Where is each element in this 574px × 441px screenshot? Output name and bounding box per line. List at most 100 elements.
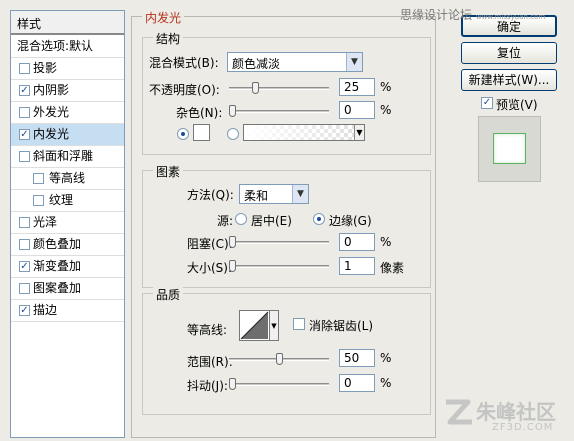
method-label: 方法(Q):: [187, 188, 234, 202]
opacity-input[interactable]: 25: [339, 78, 375, 96]
choke-slider[interactable]: [229, 236, 329, 248]
size-input[interactable]: 1: [339, 257, 375, 275]
style-item-label: 纹理: [49, 193, 74, 207]
style-list: 样式 混合选项:默认 投影 ✓ 内阴影 外发光 ✓ 内发光 斜面和浮雕 等高线 纹理 光泽 颜色叠加 ✓…: [10, 10, 125, 438]
size-unit: 像素: [380, 261, 405, 275]
style-item-checkbox[interactable]: ✓: [19, 305, 30, 316]
style-item-checkbox[interactable]: [19, 283, 30, 294]
style-item-checkbox[interactable]: ✓: [19, 129, 30, 140]
quality-title: 品质: [153, 286, 184, 303]
style-item[interactable]: 图案叠加: [11, 278, 124, 300]
choke-unit: %: [380, 235, 392, 249]
style-item-checkbox[interactable]: ✓: [19, 261, 30, 272]
jitter-slider-thumb[interactable]: [229, 378, 236, 390]
style-item[interactable]: ✓ 描边: [11, 300, 124, 322]
jitter-unit: %: [380, 376, 392, 390]
solid-color-radio[interactable]: [177, 128, 189, 140]
range-slider-thumb[interactable]: [275, 353, 283, 365]
style-list-header: 样式: [11, 11, 124, 35]
watermark-top-text: 思缘设计论坛: [400, 8, 473, 22]
style-item-checkbox[interactable]: [19, 239, 30, 250]
style-item-label: 内发光: [33, 127, 70, 141]
watermark-top-url: www.missyuan.com: [475, 13, 546, 21]
range-input[interactable]: 50: [339, 349, 375, 367]
style-item-label: 外发光: [33, 105, 70, 119]
style-item[interactable]: ✓ 内发光: [11, 124, 124, 146]
gradient-dropdown-icon[interactable]: ▼: [354, 125, 364, 140]
choke-slider-thumb[interactable]: [229, 236, 236, 248]
size-slider[interactable]: [229, 260, 329, 272]
blend-mode-value: 颜色减淡: [232, 57, 281, 71]
preview-box: [478, 116, 541, 182]
contour-dropdown-icon[interactable]: ▼: [270, 310, 279, 341]
range-slider[interactable]: [229, 353, 329, 365]
style-item[interactable]: ✓ 渐变叠加: [11, 256, 124, 278]
inner-glow-panel: 内发光 结构 混合模式(B): 颜色减淡 ▼ 不透明度(O): 25 % 杂色(…: [131, 9, 436, 438]
choke-input[interactable]: 0: [339, 233, 375, 251]
opacity-slider[interactable]: [229, 82, 329, 94]
antialias-label[interactable]: 消除锯齿(L): [309, 317, 373, 334]
source-edge-label[interactable]: 边缘(G): [329, 212, 372, 229]
style-item[interactable]: 等高线: [11, 168, 124, 190]
style-item-checkbox[interactable]: [19, 63, 30, 74]
style-item-label: 混合选项:默认: [17, 39, 94, 53]
gradient-swatch[interactable]: ▼: [243, 124, 365, 141]
new-style-button[interactable]: 新建样式(W)...: [461, 69, 557, 91]
method-select[interactable]: 柔和 ▼: [239, 184, 309, 204]
layer-style-dialog: 样式 混合选项:默认 投影 ✓ 内阴影 外发光 ✓ 内发光 斜面和浮雕 等高线 纹理 光泽 颜色叠加 ✓…: [0, 0, 574, 441]
style-item[interactable]: 外发光: [11, 102, 124, 124]
style-item[interactable]: 斜面和浮雕: [11, 146, 124, 168]
blend-mode-select[interactable]: 颜色减淡 ▼: [227, 52, 363, 72]
quality-group: 品质 等高线: ▼ 消除锯齿(L) 范围(R): 50 % 抖动(J): 0 %: [142, 286, 431, 415]
preview-swatch: [493, 133, 526, 164]
method-value: 柔和: [244, 189, 269, 203]
jitter-slider[interactable]: [229, 378, 329, 390]
opacity-unit: %: [380, 80, 392, 94]
preview-label[interactable]: 预览(V): [496, 96, 538, 113]
noise-slider-thumb[interactable]: [229, 105, 236, 117]
watermark-brand-text: 朱峰社区: [476, 400, 556, 424]
style-item[interactable]: ✓ 内阴影: [11, 80, 124, 102]
blend-mode-label: 混合模式(B):: [149, 56, 219, 70]
opacity-slider-thumb[interactable]: [252, 82, 260, 94]
source-center-radio[interactable]: [235, 213, 247, 225]
style-item[interactable]: 混合选项:默认: [11, 36, 124, 58]
jitter-label: 抖动(J):: [187, 379, 228, 393]
noise-input[interactable]: 0: [339, 101, 375, 119]
style-item-label: 描边: [33, 303, 58, 317]
structure-group: 结构 混合模式(B): 颜色减淡 ▼ 不透明度(O): 25 % 杂色(N): …: [142, 30, 431, 155]
reset-button[interactable]: 复位: [461, 42, 557, 64]
style-item[interactable]: 投影: [11, 58, 124, 80]
size-slider-thumb[interactable]: [229, 260, 236, 272]
glow-color-swatch[interactable]: [193, 124, 210, 141]
gradient-radio[interactable]: [227, 128, 239, 140]
antialias-checkbox[interactable]: [293, 318, 305, 330]
jitter-input[interactable]: 0: [339, 374, 375, 392]
style-item-checkbox[interactable]: [33, 195, 44, 206]
preview-checkbox[interactable]: ✓: [481, 97, 493, 109]
watermark-brand-url: ZF3D.COM: [492, 422, 554, 433]
noise-slider[interactable]: [229, 105, 329, 117]
style-item-checkbox[interactable]: ✓: [19, 85, 30, 96]
style-item-checkbox[interactable]: [33, 173, 44, 184]
source-center-label[interactable]: 居中(E): [251, 212, 292, 229]
style-item-label: 光泽: [33, 215, 58, 229]
contour-picker[interactable]: [239, 310, 270, 341]
style-item[interactable]: 颜色叠加: [11, 234, 124, 256]
range-unit: %: [380, 351, 392, 365]
style-item-label: 图案叠加: [33, 281, 82, 295]
style-item[interactable]: 纹理: [11, 190, 124, 212]
elements-title: 图素: [153, 163, 184, 180]
elements-group: 图素 方法(Q): 柔和 ▼ 源: 居中(E) 边缘(G) 阻塞(C): 0 %…: [142, 163, 431, 288]
style-item-label: 渐变叠加: [33, 259, 82, 273]
style-item-checkbox[interactable]: [19, 217, 30, 228]
chevron-down-icon: ▼: [292, 185, 308, 203]
contour-linear-icon: [240, 311, 269, 340]
size-label: 大小(S):: [187, 261, 233, 275]
style-item-checkbox[interactable]: [19, 151, 30, 162]
range-label: 范围(R):: [187, 355, 233, 369]
style-item-checkbox[interactable]: [19, 107, 30, 118]
source-edge-radio[interactable]: [313, 213, 325, 225]
style-item-label: 投影: [33, 61, 58, 75]
style-item[interactable]: 光泽: [11, 212, 124, 234]
